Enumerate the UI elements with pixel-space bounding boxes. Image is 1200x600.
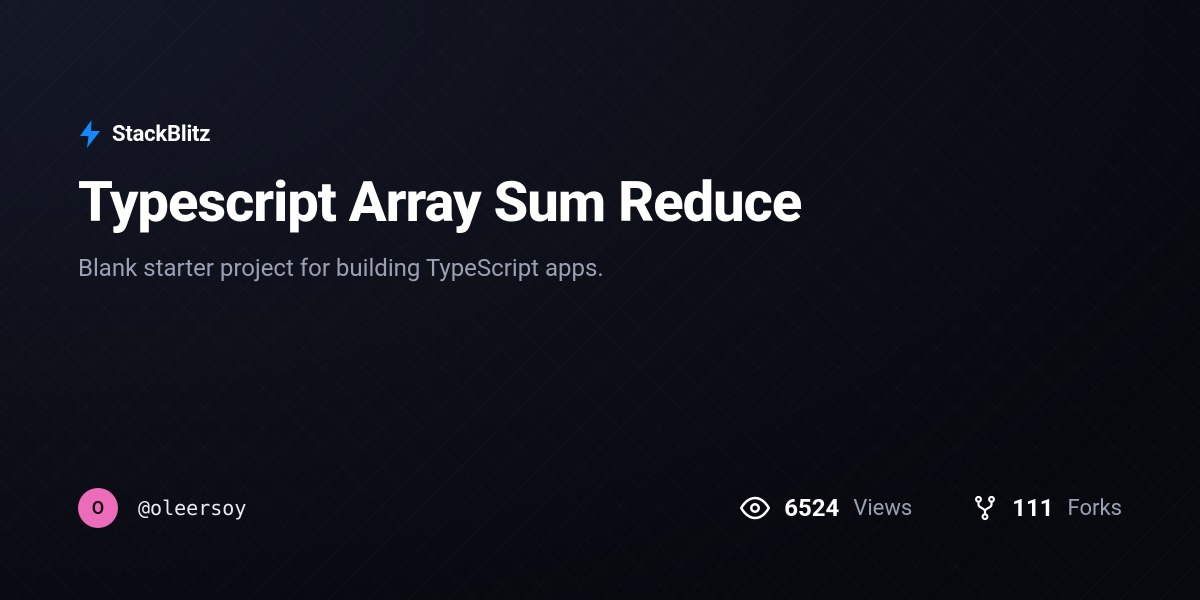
bolt-icon	[78, 120, 102, 148]
views-label: Views	[853, 496, 912, 521]
forks-value: 111	[1012, 494, 1053, 522]
forks-label: Forks	[1068, 496, 1122, 521]
views-value: 6524	[784, 494, 839, 522]
avatar: O	[78, 488, 118, 528]
author-username: @oleersoy	[138, 496, 246, 520]
forks-stat: 111 Forks	[972, 494, 1122, 522]
author-block: O @oleersoy	[78, 488, 246, 528]
views-stat: 6524 Views	[740, 493, 912, 523]
brand-row: StackBlitz	[78, 120, 1122, 148]
project-description: Blank starter project for building TypeS…	[78, 252, 1122, 286]
brand-name: StackBlitz	[112, 122, 210, 147]
eye-icon	[740, 493, 770, 523]
fork-icon	[972, 495, 998, 521]
avatar-initial: O	[92, 498, 104, 519]
footer-row: O @oleersoy 6524 Views	[78, 488, 1122, 528]
project-title: Typescript Array Sum Reduce	[78, 172, 1122, 234]
stats-block: 6524 Views 111 Forks	[740, 493, 1122, 523]
social-card: StackBlitz Typescript Array Sum Reduce B…	[0, 0, 1200, 600]
